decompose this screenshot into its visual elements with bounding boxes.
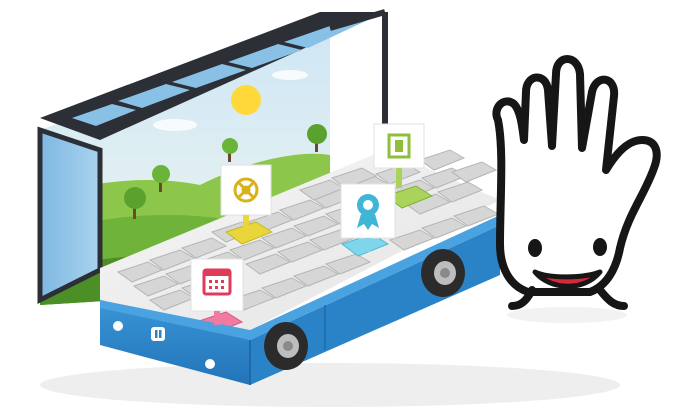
award-ribbon-icon — [357, 194, 379, 230]
bus-and-hand-illustration — [37, 9, 661, 407]
bus-wheel-front — [264, 322, 308, 370]
hand-outline — [492, 55, 661, 296]
mascot-eye-left — [528, 239, 542, 257]
bus-light-left — [113, 321, 123, 331]
bus-emblem — [151, 327, 165, 341]
mascot-eye-right — [593, 238, 607, 256]
ground-shadow — [40, 363, 620, 407]
bus — [37, 9, 500, 385]
bus-light-right — [205, 359, 215, 369]
bus-wheel-rear — [421, 249, 465, 297]
sun — [231, 85, 261, 115]
hand-mascot — [492, 55, 661, 323]
illustration-canvas — [0, 0, 679, 413]
